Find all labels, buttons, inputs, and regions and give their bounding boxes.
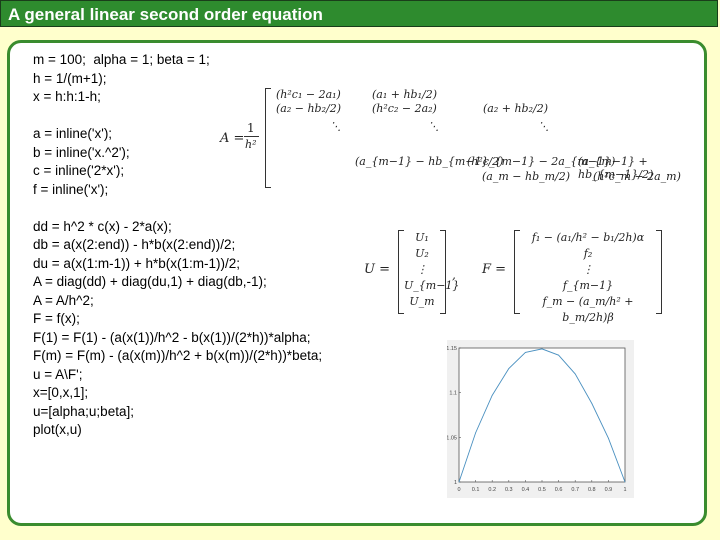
A-entry: (a₁ + hb₁/2) [372,88,438,101]
F-lhs: F = [482,262,507,277]
A-dots: ⋱ [538,120,549,133]
code-line: u = A\F'; [33,366,83,382]
x-tick-label: 0.9 [605,487,613,493]
code-line: m = 100; alpha = 1; beta = 1; [33,52,210,67]
code-line: du = a(x(1:m-1)) + h*b(x(1:m-1))/2; [33,255,241,271]
slide-title: A general linear second order equation [8,5,323,24]
code-line: u=[alpha;u;beta]; [33,403,134,419]
code-line: A = A/h^2; [33,292,94,308]
A-dots: ⋱ [428,120,439,133]
code-line: x=[0,x,1]; [33,385,89,400]
comma: , [452,268,456,282]
data-point [608,437,609,439]
A-entry: (h²c_m − 2a_m) [593,170,681,183]
data-point [458,481,460,483]
U-entry: U_{m−1} [404,279,460,292]
A-entry: (h²c₁ − 2a₁) [276,88,341,101]
x-tick-label: 0.3 [505,487,513,493]
code-line: F(m) = F(m) - (a(x(m))/h^2 + b(x(m))/(2*… [33,348,323,363]
code-line: A = diag(dd) + diag(du,1) + diag(db,-1); [33,274,267,289]
data-point [574,373,576,375]
x-tick-label: 0.1 [472,487,480,493]
data-point [558,354,559,356]
F-entry: f_m − (a_m/h² + b_m/2h)β [542,295,634,324]
code-line: dd = h^2 * c(x) - 2*a(x); [33,218,172,234]
A-frac-bar [244,136,259,137]
x-tick-label: 0.8 [588,487,596,493]
F-entry: f₂ [583,247,593,260]
plot-figure: 0 0.1 0.2 0.3 0.4 0.5 0.6 0.7 0.8 0.9 1 1 1.05 1.1 1.1… [446,340,634,498]
code-line: f = inline('x'); [33,181,109,197]
U-entry: U_m [409,295,435,308]
A-entry: (a_m − hb_m/2) [482,170,571,183]
x-tick-label: 0.4 [522,487,530,493]
x-tick-label: 0.2 [488,487,496,493]
F-right-bracket [656,230,662,314]
U-right-bracket [440,230,446,314]
code-line: c = inline('2*x'); [33,163,125,178]
data-point [525,352,526,353]
code-line: a = inline('x'); [33,126,113,141]
code-line: F(1) = F(1) - (a(x(1))/h^2 - b(x(1))/(2*… [33,329,311,345]
y-tick-label: 1 [454,480,457,486]
x-tick-label: 0.6 [555,487,563,493]
data-point [508,368,510,369]
F-entry: f₁ − (a₁/h² − b₁/2h)α [531,231,645,244]
code-line: db = a(x(2:end)) - h*b(x(2:end))/2; [33,237,236,252]
U-entry: ⋮ [416,263,428,276]
code-line: plot(x,u) [33,422,82,437]
F-entry: ⋮ [582,263,594,276]
y-tick-label: 1.15 [447,346,457,352]
code-line: h = 1/(m+1); [33,70,107,86]
code-line: b = inline('x.^2'); [33,144,130,160]
x-tick-label: 1 [623,487,626,493]
y-tick-label: 1.05 [447,435,457,441]
U-entry: U₁ [415,231,429,244]
A-left-bracket [265,88,271,188]
data-point [624,481,626,483]
A-frac-num: 1 [247,121,255,135]
y-tick-label: 1.1 [449,391,457,397]
A-frac-den: h² [245,138,257,151]
U-lhs: U = [364,262,390,277]
data-point [591,402,593,404]
code-line: F = f(x); [33,311,80,326]
data-point [541,348,543,350]
x-tick-label: 0.5 [538,487,546,493]
title-bar: A general linear second order equation [0,0,718,27]
A-dots: ⋱ [330,120,341,133]
x-tick-label: 0.7 [571,487,579,493]
data-point [491,394,493,396]
A-entry: (a₂ + hb₂/2) [483,102,549,115]
F-entry: f_{m−1} [562,279,614,292]
line-chart: 0 0.1 0.2 0.3 0.4 0.5 0.6 0.7 0.8 0.9 1 1 1.05 1.1 1.1… [446,346,626,493]
data-point [475,432,476,434]
U-entry: U₂ [415,247,429,260]
A-entry: (a₂ − hb₂/2) [276,102,342,115]
A-lhs: A = [220,131,245,146]
x-tick-label: 0 [457,487,460,493]
A-entry: (h²c₂ − 2a₂) [372,102,437,115]
